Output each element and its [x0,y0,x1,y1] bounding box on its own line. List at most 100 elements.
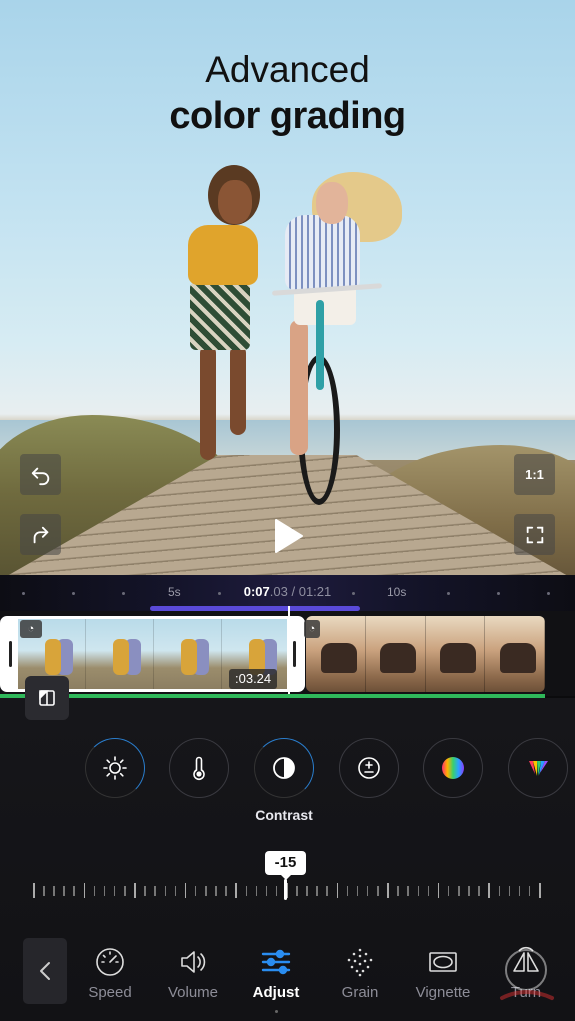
tab-speed[interactable]: Speed [68,945,152,1001]
tool-brightness[interactable] [85,738,145,798]
sliders-icon [261,949,291,975]
redo-icon [33,526,48,543]
clip-thumbnail [365,616,426,692]
person-1-shorts [190,282,250,350]
slider-tick [245,886,248,896]
slider-tick [488,883,490,898]
slider-tick [498,886,501,896]
slider-tick [518,886,521,896]
aspect-ratio-button[interactable]: 1:1 [514,454,555,495]
slider-tick [73,886,75,896]
slider-tick [346,886,349,896]
slider-tick [508,886,511,896]
slider-tick [539,883,541,898]
slider-tick [113,886,116,896]
slider-tick [356,886,359,896]
slider-tick [225,886,227,896]
slider-tick [296,886,298,896]
slider-tick [275,886,278,896]
clip-speed-icon: ◔ [20,620,42,638]
redo-button[interactable] [20,514,61,555]
slider-tick [528,886,531,896]
person-2-shirt [285,215,360,290]
slider-tick [184,883,187,898]
slider-tick [255,886,258,896]
tool-exposure[interactable] [339,738,399,798]
slider-tick [447,886,450,896]
clip-next[interactable] [306,616,545,692]
headline: Advanced color grading [0,48,575,140]
tab-label: Adjust [252,984,300,1001]
compare-button[interactable] [25,676,69,720]
slider-tick [33,883,35,898]
headline-line-1: Advanced [205,49,370,90]
bicycle-frame [316,300,324,390]
slider-thumb[interactable] [284,879,287,900]
vignette-icon [429,952,457,972]
headline-line-2: color grading [169,95,406,137]
chevron-left-icon [40,962,50,980]
slider-tick [144,886,146,896]
watermark-logo [500,949,554,1000]
tab-adjust[interactable]: Adjust [234,945,318,1001]
person-1-leg [200,345,216,460]
tab-label: Volume [167,984,219,1001]
exposure-icon [358,757,380,779]
slider-tick [468,886,470,896]
speaker-icon [181,951,206,973]
clip-thumbnail [425,616,486,692]
slider-tick [336,883,339,898]
timecode: 0:07.03 / 01:21 [0,584,575,599]
tab-vignette[interactable]: Vignette [401,945,485,1001]
play-button[interactable] [273,518,305,554]
contrast-icon [273,757,295,779]
tool-temperature[interactable] [169,738,229,798]
slider-tick [478,886,480,896]
video-preview[interactable]: Advanced color grading 1:1 [0,0,575,575]
slider-tick [387,883,389,898]
slider-tick [53,886,55,896]
slider-tick [417,886,420,896]
grain-icon [347,948,373,977]
tab-volume[interactable]: Volume [151,945,235,1001]
total-time: / 01:21 [291,584,332,599]
sun-icon [103,756,127,780]
trim-handle-left[interactable] [3,619,18,689]
person-1-leg [230,345,246,435]
slider-tick [205,886,207,896]
slider-tick [124,886,126,896]
slider-tick [83,883,86,898]
playhead[interactable] [288,606,290,698]
undo-button[interactable] [20,454,61,495]
slider-tick [103,886,106,896]
slider-tick [63,886,65,896]
current-time-fraction: .03 [269,584,288,599]
slider-tick [326,886,328,896]
undo-icon [31,467,49,485]
tab-label: Speed [88,984,132,1001]
slider-tick [174,886,177,896]
tab-label: Vignette [415,984,471,1001]
fullscreen-button[interactable] [514,514,555,555]
tool-hsl[interactable] [508,738,568,798]
slider-tick [134,883,136,898]
clip-thumbnail [485,616,545,692]
slider-tick [265,886,268,896]
back-button[interactable] [23,938,67,1004]
color-wheel-icon [442,757,464,779]
tab-grain[interactable]: Grain [318,945,402,1001]
current-time: 0:07 [243,584,270,599]
person-1-top [188,225,258,285]
slider-tick [377,886,379,896]
slider-tick [437,883,440,898]
slider-tick [215,886,217,896]
contrast-slider[interactable] [33,880,541,902]
slider-tick [164,886,167,896]
slider-tick [366,886,369,896]
tool-contrast[interactable] [254,738,314,798]
person-1-face [218,180,252,224]
slider-tick [194,886,197,896]
person-2-leg [290,320,308,455]
active-tab-indicator [275,1010,278,1013]
tool-saturation[interactable] [423,738,483,798]
